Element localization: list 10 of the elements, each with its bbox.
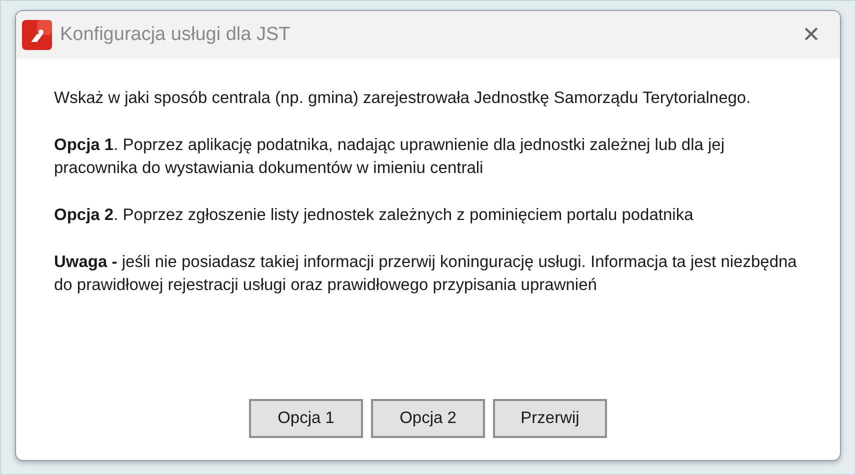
paragraph: Opcja 2. Poprzez zgłoszenie listy jednostek zależnych z pominięciem portalu podatnika	[54, 205, 694, 226]
dialog-button[interactable]: Opcja 2	[371, 399, 485, 438]
dialog-button[interactable]: Przerwij	[493, 399, 607, 438]
paragraph: Uwaga - jeśli nie posiadasz takiej informacji przerwij koningurację usługi. Informacja ta jest niezbędna do prawidłowej rejestracji usługi oraz prawidłowego przypisania uprawnień	[54, 252, 798, 296]
paragraph: Wskaż w jaki sposób centrala (np. gmina) zarejestrowała Jednostkę Samorządu Terytorialnego.	[54, 88, 752, 109]
dialog-button[interactable]: Opcja 1	[249, 399, 363, 438]
close-button[interactable]: ✕	[794, 20, 828, 50]
window-title: Konfiguracja usługi dla JST	[60, 22, 292, 47]
app-logo-icon	[22, 20, 52, 50]
paragraph: Opcja 1. Poprzez aplikację podatnika, nadając uprawnienie dla jednostki zależnej lub dla jej pracownika do wystawiania dokumentów w imieniu centrali	[54, 135, 726, 179]
